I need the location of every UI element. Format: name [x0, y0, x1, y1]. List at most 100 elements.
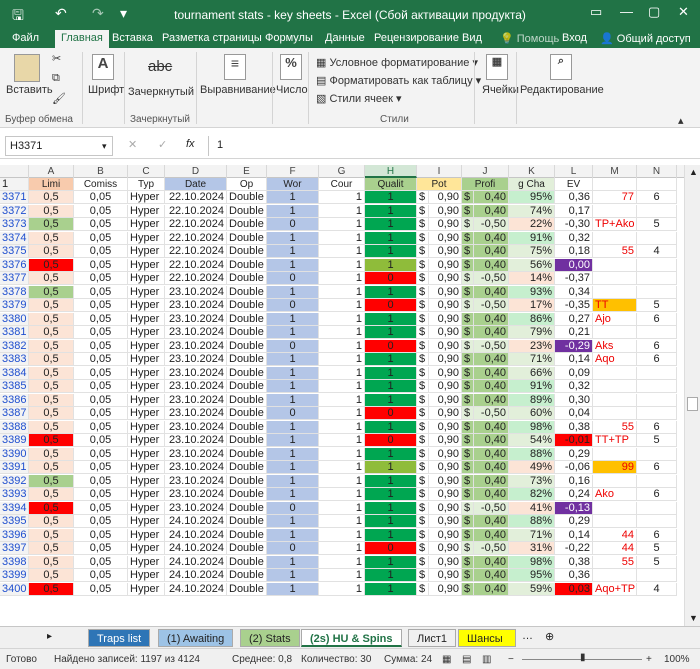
currency-cell[interactable]: $ [417, 555, 429, 569]
note-cell[interactable]: TT [593, 299, 637, 312]
chance-cell[interactable]: 95% [509, 569, 555, 582]
commission-cell[interactable]: 0,05 [74, 434, 128, 447]
profit-cell[interactable]: -0,50 [474, 501, 509, 515]
pot-cell[interactable]: 0,90 [429, 272, 462, 285]
limit-cell[interactable]: 0,5 [29, 474, 74, 488]
currency-cell[interactable]: $ [417, 285, 429, 299]
pot-cell[interactable]: 0,90 [429, 312, 462, 326]
chance-cell[interactable]: 22% [509, 218, 555, 231]
op-cell[interactable]: Double [227, 366, 267, 380]
chance-cell[interactable]: 14% [509, 272, 555, 285]
op-cell[interactable]: Double [227, 312, 267, 326]
currency-cell[interactable]: $ [417, 474, 429, 488]
won-cell[interactable]: 1 [267, 191, 319, 204]
currency-cell[interactable]: $ [417, 312, 429, 326]
profit-cell[interactable]: 0,40 [474, 312, 509, 326]
conditional-formatting-button[interactable]: ▦ Условное форматирование ▾ [316, 56, 478, 69]
quality-cell[interactable]: 1 [365, 312, 417, 326]
limit-cell[interactable]: 0,5 [29, 312, 74, 326]
count-cell[interactable]: 1 [319, 582, 365, 596]
zoom-out-icon[interactable]: − [508, 654, 514, 665]
note-cell[interactable]: Aqo+TP [593, 582, 637, 596]
currency-cell[interactable]: $ [462, 501, 474, 515]
column-header[interactable]: G [319, 165, 365, 178]
select-all[interactable] [0, 165, 29, 178]
quality-cell[interactable]: 1 [365, 285, 417, 299]
pot-cell[interactable]: 0,90 [429, 528, 462, 542]
commission-cell[interactable]: 0,05 [74, 353, 128, 366]
date-cell[interactable]: 23.10.2024 [165, 326, 227, 339]
row-header[interactable]: 3394 [0, 501, 29, 515]
count-cell[interactable]: 1 [319, 488, 365, 501]
date-cell[interactable]: 24.10.2024 [165, 515, 227, 528]
commission-cell[interactable]: 0,05 [74, 218, 128, 231]
pot-cell[interactable]: 0,90 [429, 218, 462, 231]
score-cell[interactable] [637, 258, 677, 272]
chance-cell[interactable]: 74% [509, 204, 555, 218]
profit-cell[interactable]: 0,40 [474, 353, 509, 366]
score-cell[interactable]: 6 [637, 420, 677, 434]
won-cell[interactable]: 1 [267, 582, 319, 596]
limit-cell[interactable]: 0,5 [29, 326, 74, 339]
note-cell[interactable] [593, 501, 637, 515]
ev-cell[interactable]: 0,30 [555, 393, 593, 407]
op-cell[interactable]: Double [227, 191, 267, 204]
note-cell[interactable] [593, 407, 637, 420]
cells-icon[interactable]: ▦ [486, 54, 508, 80]
won-cell[interactable]: 1 [267, 285, 319, 299]
scrollbar-thumb[interactable] [687, 397, 698, 411]
note-cell[interactable]: TT+TP [593, 434, 637, 447]
column-header[interactable]: B [74, 165, 128, 178]
ev-cell[interactable]: 0,14 [555, 353, 593, 366]
quality-cell[interactable]: 1 [365, 501, 417, 515]
currency-cell[interactable]: $ [417, 380, 429, 393]
ev-cell[interactable]: -0,01 [555, 434, 593, 447]
currency-cell[interactable]: $ [462, 218, 474, 231]
row-header[interactable]: 3390 [0, 447, 29, 461]
type-cell[interactable]: Hyper [128, 339, 165, 353]
row-header[interactable]: 3381 [0, 326, 29, 339]
tab-data[interactable]: Данные [325, 32, 365, 44]
limit-cell[interactable]: 0,5 [29, 353, 74, 366]
currency-cell[interactable]: $ [417, 542, 429, 555]
won-cell[interactable]: 1 [267, 326, 319, 339]
score-cell[interactable]: 6 [637, 312, 677, 326]
type-cell[interactable]: Hyper [128, 542, 165, 555]
ev-cell[interactable]: 0,09 [555, 366, 593, 380]
currency-cell[interactable]: $ [417, 407, 429, 420]
chance-cell[interactable]: 54% [509, 434, 555, 447]
type-cell[interactable]: Hyper [128, 204, 165, 218]
row-header[interactable]: 3375 [0, 245, 29, 258]
profit-cell[interactable]: -0,50 [474, 407, 509, 420]
share-button[interactable]: 👤 Общий доступ [600, 32, 691, 45]
row-header[interactable]: 3387 [0, 407, 29, 420]
won-cell[interactable]: 1 [267, 420, 319, 434]
won-cell[interactable]: 1 [267, 258, 319, 272]
column-header[interactable]: C [128, 165, 165, 178]
count-cell[interactable]: 1 [319, 258, 365, 272]
currency-cell[interactable]: $ [417, 299, 429, 312]
note-cell[interactable] [593, 569, 637, 582]
ev-cell[interactable]: 0,14 [555, 528, 593, 542]
tab-help[interactable]: 💡 Помощь [500, 32, 559, 45]
note-cell[interactable]: Aks [593, 339, 637, 353]
profit-cell[interactable]: 0,40 [474, 326, 509, 339]
date-cell[interactable]: 23.10.2024 [165, 461, 227, 474]
chance-cell[interactable]: 93% [509, 285, 555, 299]
ev-cell[interactable]: 0,38 [555, 555, 593, 569]
zoom-thumb[interactable]: ▮ [580, 652, 586, 663]
sign-in-link[interactable]: Вход [562, 32, 587, 44]
chance-cell[interactable]: 41% [509, 501, 555, 515]
quality-cell[interactable]: 0 [365, 407, 417, 420]
score-cell[interactable]: 5 [637, 542, 677, 555]
quality-cell[interactable]: 1 [365, 447, 417, 461]
op-cell[interactable]: Double [227, 434, 267, 447]
commission-cell[interactable]: 0,05 [74, 366, 128, 380]
currency-cell[interactable]: $ [417, 447, 429, 461]
count-cell[interactable]: 1 [319, 380, 365, 393]
profit-cell[interactable]: 0,40 [474, 434, 509, 447]
format-painter-icon[interactable]: 🖌 [52, 92, 66, 105]
commission-cell[interactable]: 0,05 [74, 569, 128, 582]
filter-header[interactable]: Cour [319, 178, 365, 191]
quality-cell[interactable]: 0 [365, 272, 417, 285]
